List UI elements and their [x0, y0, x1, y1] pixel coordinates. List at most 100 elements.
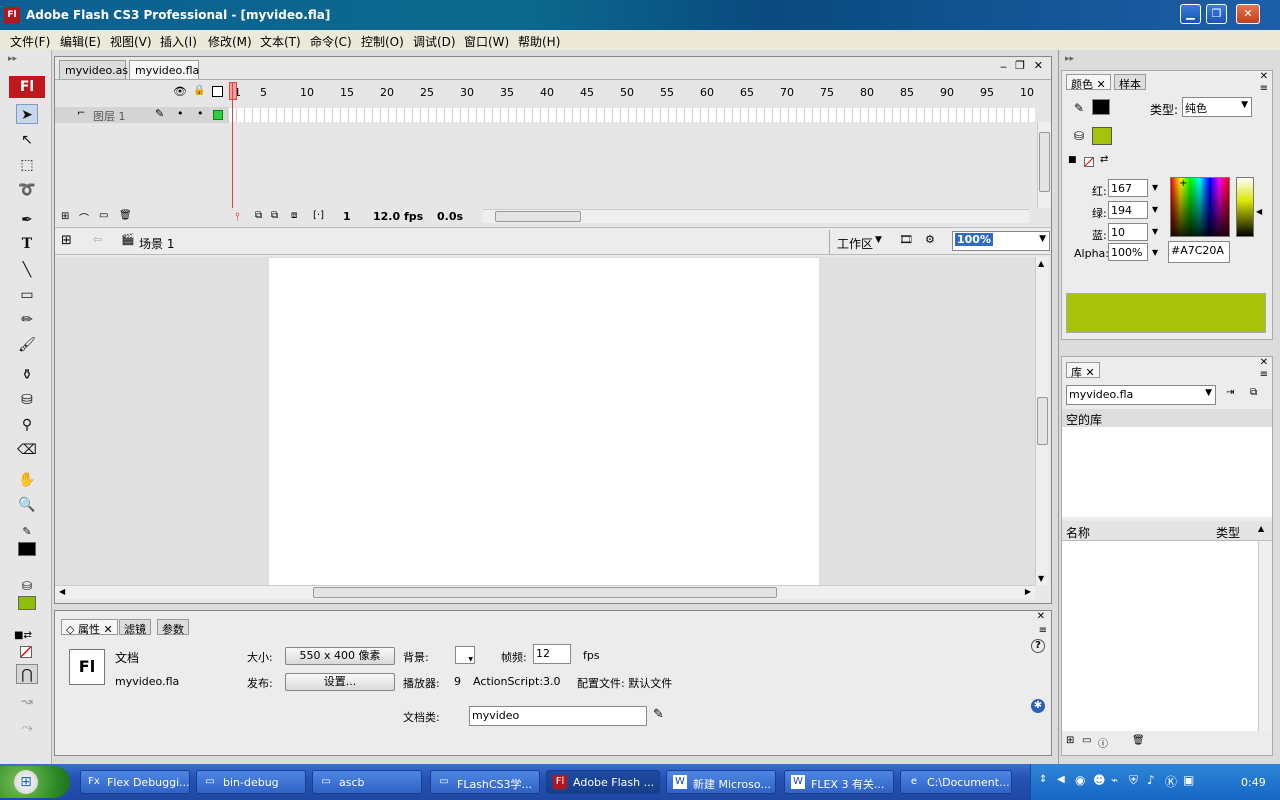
tray-expand-icon[interactable]: ◀: [1057, 774, 1065, 785]
scene-name[interactable]: 场景 1: [139, 235, 174, 252]
start-button[interactable]: ⊞: [0, 766, 70, 798]
red-input[interactable]: 167: [1108, 179, 1148, 197]
taskbar-item-adobe-flash[interactable]: Fl Adobe Flash ...: [546, 770, 660, 794]
pen-tool-icon[interactable]: ✒: [16, 210, 38, 230]
zoom-select[interactable]: 100% ▼: [952, 231, 1050, 251]
fill-color-icon[interactable]: ⛁: [16, 576, 38, 596]
document-class-input[interactable]: myvideo: [469, 706, 647, 726]
stroke-color-icon[interactable]: ✎: [16, 522, 38, 542]
edit-class-pencil-icon[interactable]: ✎: [653, 707, 664, 722]
accessibility-icon[interactable]: ✱: [1031, 699, 1045, 713]
snap-magnet-icon[interactable]: ⋂: [16, 664, 38, 684]
library-doc-select[interactable]: myvideo.fla ▼: [1066, 385, 1216, 405]
ink-bottle-tool-icon[interactable]: ⚱: [16, 365, 38, 385]
stage-hscroll[interactable]: ◀ ▶: [55, 585, 1035, 599]
taskbar-item-flex-debug[interactable]: Fx Flex Debuggi...: [80, 770, 190, 794]
new-library-icon[interactable]: ⧉: [1250, 387, 1257, 398]
chevron-down-icon[interactable]: ▼: [1152, 227, 1158, 236]
qq-icon[interactable]: ☻: [1093, 773, 1106, 787]
slider-arrow-icon[interactable]: ◀: [1256, 207, 1262, 216]
no-color-icon[interactable]: [20, 646, 32, 658]
scroll-thumb[interactable]: [1039, 132, 1050, 192]
outline-icon[interactable]: [212, 86, 223, 97]
library-vscroll[interactable]: [1258, 541, 1272, 731]
tab-myvideo-fla[interactable]: myvideo.fla: [129, 60, 199, 80]
properties-icon[interactable]: ⓘ: [1098, 735, 1108, 750]
menu-edit[interactable]: 编辑(E): [60, 33, 101, 50]
swap-colors-icon[interactable]: ⇄: [1100, 154, 1108, 165]
column-type[interactable]: 类型: [1216, 524, 1240, 541]
lock-dot[interactable]: •: [197, 107, 204, 120]
fill-color-swatch[interactable]: [18, 596, 36, 610]
panel-close-icon[interactable]: ✕: [1037, 611, 1045, 622]
modify-markers-icon[interactable]: [·]: [313, 210, 324, 221]
smooth-icon[interactable]: ↝: [16, 692, 38, 712]
doc-close-icon[interactable]: ✕: [1034, 59, 1043, 72]
taskbar-item-word[interactable]: W 新建 Microso...: [666, 770, 776, 794]
stage-canvas[interactable]: [269, 258, 819, 585]
panel-collapse-icon[interactable]: ▸▸: [8, 54, 17, 64]
tab-properties-label[interactable]: 属性: [78, 623, 100, 636]
eraser-tool-icon[interactable]: ⌫: [16, 440, 38, 460]
stroke-swatch[interactable]: [1092, 99, 1110, 115]
panel-close-icon[interactable]: ✕: [1260, 357, 1268, 368]
edit-scene-icon[interactable]: 🎞: [899, 233, 913, 246]
timeline-toggle-icon[interactable]: ⊞: [61, 233, 72, 248]
default-colors-icon[interactable]: ■: [1068, 155, 1077, 165]
menu-window[interactable]: 窗口(W): [464, 33, 509, 50]
taskbar-item-flashcs3[interactable]: ▭ FLashCS3学...: [430, 770, 540, 794]
workspace-menu[interactable]: 工作区: [837, 235, 873, 252]
tab-color-label[interactable]: 颜色: [1071, 78, 1093, 91]
chevron-down-icon[interactable]: ▼: [1152, 248, 1158, 257]
tray-app-icon[interactable]: ▣: [1183, 773, 1194, 787]
sort-arrow-icon[interactable]: ▲: [1258, 524, 1264, 533]
security-icon[interactable]: ⛨: [1129, 773, 1138, 788]
eye-icon[interactable]: 👁: [173, 85, 187, 98]
type-select[interactable]: 纯色 ▼: [1182, 97, 1252, 117]
onion-outline-icon[interactable]: ⧉: [271, 210, 278, 221]
tab-filters[interactable]: 滤镜: [119, 619, 151, 636]
menu-insert[interactable]: 插入(I): [160, 33, 197, 50]
library-list[interactable]: [1062, 541, 1258, 731]
menu-view[interactable]: 视图(V): [110, 33, 152, 50]
playhead[interactable]: [229, 82, 237, 100]
scroll-up-icon[interactable]: ▲: [1038, 259, 1044, 268]
scroll-thumb[interactable]: [495, 211, 581, 222]
color-spectrum-picker[interactable]: +: [1170, 177, 1230, 237]
background-color-swatch[interactable]: ▼: [455, 646, 475, 664]
brush-tool-icon[interactable]: 🖌: [16, 335, 38, 355]
paint-bucket-tool-icon[interactable]: ⛁: [16, 390, 38, 410]
subselection-tool-icon[interactable]: ↖: [16, 130, 38, 150]
zoom-value[interactable]: 100%: [955, 233, 993, 246]
panel-close-icon[interactable]: ✕: [1260, 71, 1268, 82]
layer-row[interactable]: ⌐ 图层 1 ✎ • •: [55, 107, 229, 123]
taskbar-item-flex3[interactable]: W FLEX 3 有关...: [784, 770, 894, 794]
tray-arrow-icon[interactable]: ⇕: [1039, 774, 1047, 785]
frame-strip[interactable]: [229, 108, 1035, 122]
no-color-icon[interactable]: [1084, 157, 1094, 167]
maximize-button[interactable]: ❐: [1206, 4, 1227, 24]
timeline-hscroll[interactable]: [483, 209, 1029, 223]
lock-icon[interactable]: 🔒: [193, 85, 205, 96]
pencil-tool-icon[interactable]: ✏: [16, 310, 38, 330]
selection-tool-icon[interactable]: ➤: [16, 104, 38, 124]
taskbar-item-bin-debug[interactable]: ▭ bin-debug: [196, 770, 306, 794]
alpha-input[interactable]: 100%: [1108, 243, 1148, 261]
pin-icon[interactable]: ⇥: [1226, 387, 1234, 398]
stage-vscroll[interactable]: ▲ ▼: [1035, 257, 1049, 585]
dock-collapse-icon[interactable]: ▸▸: [1065, 54, 1074, 64]
stroke-color-swatch[interactable]: [18, 542, 36, 556]
size-button[interactable]: 550 x 400 像素: [285, 647, 395, 665]
taskbar-item-ascb[interactable]: ▭ ascb: [312, 770, 422, 794]
antivirus-icon[interactable]: Ⓚ: [1165, 773, 1177, 790]
layer-color-box[interactable]: [213, 110, 223, 120]
volume-icon[interactable]: ♪: [1147, 773, 1155, 787]
menu-help[interactable]: 帮助(H): [518, 33, 560, 50]
chevron-down-icon[interactable]: ▼: [1039, 234, 1046, 244]
brightness-slider[interactable]: [1236, 177, 1254, 237]
tab-swatches[interactable]: 样本: [1114, 74, 1146, 91]
fill-swatch[interactable]: [1092, 127, 1112, 145]
tab-parameters[interactable]: 参数: [157, 619, 189, 636]
menu-control[interactable]: 控制(O): [361, 33, 404, 50]
menu-modify[interactable]: 修改(M): [208, 33, 252, 50]
